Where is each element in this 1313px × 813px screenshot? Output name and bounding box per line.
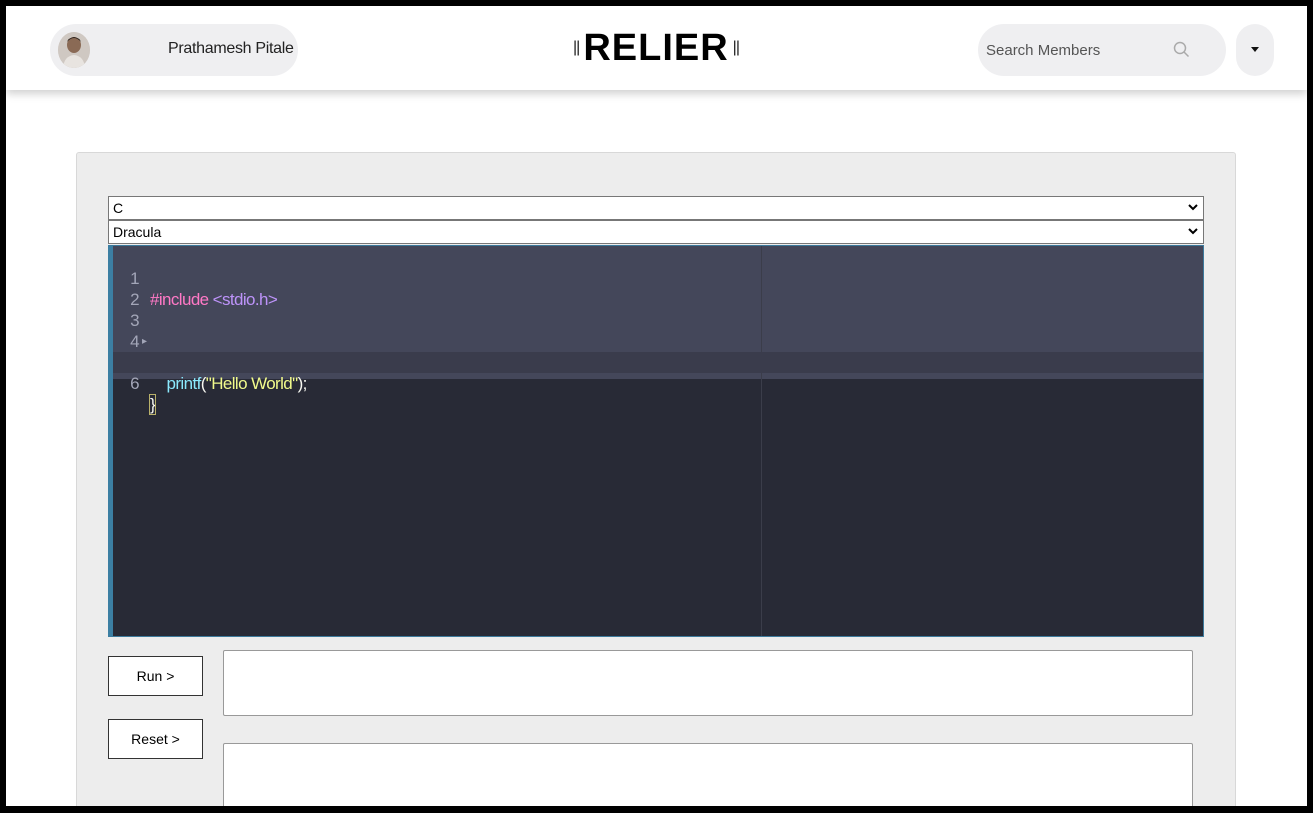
code-editor[interactable]: 1 #include <stdio.h> 2 3 ▸ int main() { … [108,245,1204,637]
output-textarea[interactable] [223,743,1193,806]
code-line[interactable]: 1 #include <stdio.h> [113,247,1203,309]
caret-down-icon [1251,47,1259,52]
run-button[interactable]: Run > [108,656,203,696]
code-text: } [148,394,157,415]
logo-right-bars: || [732,39,740,56]
chevron-down-icon [1188,228,1198,235]
code-text: printf("Hello World"); [166,374,308,393]
input-textarea[interactable] [223,650,1193,716]
code-line[interactable]: 3 ▸ int main() { [113,289,1203,374]
account-dropdown-button[interactable] [1236,24,1274,76]
avatar[interactable] [58,32,90,68]
theme-select[interactable]: Dracula [108,220,1204,244]
theme-select-value: Dracula [113,224,162,240]
search-bar [978,24,1226,76]
chevron-down-icon [1188,204,1198,211]
language-select[interactable]: C [108,196,1204,220]
user-name: Prathamesh Pitale [168,40,294,57]
logo-text: RELIER [583,26,729,69]
search-icon[interactable] [1172,40,1192,60]
code-line[interactable]: 6 } [113,352,1203,415]
top-header: Prathamesh Pitale || RELIER || [6,6,1307,90]
code-line[interactable]: 5 printf("Hello World"); [113,331,1203,393]
code-editor-panel: C Dracula 1 #include <stdio.h> 2 3 ▸ 4 p… [76,152,1236,806]
logo-left-bars: || [573,39,580,56]
language-select-value: C [113,200,124,216]
code-line[interactable]: 2 [113,268,1203,309]
app-logo: || RELIER || [573,26,740,70]
app-frame: Prathamesh Pitale || RELIER || C [6,6,1307,806]
user-profile-pill[interactable]: Prathamesh Pitale [50,24,298,76]
reset-button[interactable]: Reset > [108,719,203,759]
code-line[interactable]: 4 // Write your code here [113,310,1203,372]
search-input[interactable] [986,38,1166,62]
line-number: 6 [130,374,139,393]
